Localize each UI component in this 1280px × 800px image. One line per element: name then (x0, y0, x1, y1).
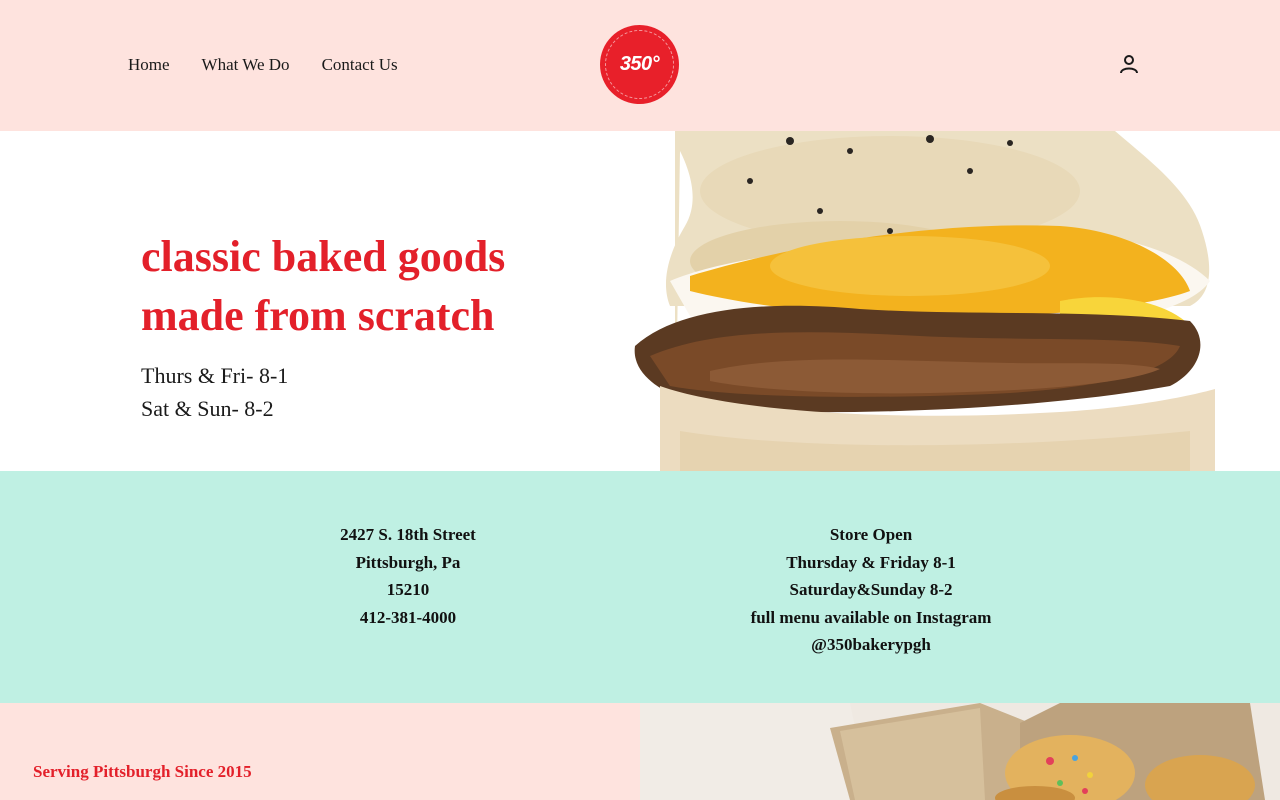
main-nav: Home What We Do Contact Us (128, 55, 430, 75)
logo-text: 350° (619, 53, 660, 75)
address-street: 2427 S. 18th Street (340, 525, 476, 544)
address-city: Pittsburgh, Pa (355, 552, 461, 572)
instagram-menu-note: full menu available on Instagram (750, 607, 992, 627)
hero-headline: classic baked goods made from scratch (141, 227, 561, 345)
nav-what-we-do[interactable]: What We Do (202, 55, 290, 75)
hero-section: classic baked goods made from scratch Th… (0, 131, 1280, 471)
site-header: Home What We Do Contact Us 350° (0, 0, 1280, 131)
instagram-handle[interactable]: @350bakerypgh (691, 631, 1051, 659)
store-hours-block: Store Open Thursday & Friday 8-1 Saturda… (691, 521, 1051, 659)
headline-line-1: classic baked goods (141, 232, 506, 281)
info-band: 2427 S. 18th Street Pittsburgh, Pa 15210… (0, 471, 1280, 703)
phone-number[interactable]: 412-381-4000 (238, 604, 578, 632)
hours-weekend: Sat & Sun- 8-2 (141, 396, 274, 421)
headline-line-2: made from scratch (141, 291, 495, 340)
breakfast-sandwich-image (634, 131, 1215, 471)
user-icon[interactable] (1117, 52, 1141, 76)
since-section: Serving Pittsburgh Since 2015 (0, 703, 640, 800)
address-block: 2427 S. 18th Street Pittsburgh, Pa 15210… (238, 521, 578, 631)
cookie-box-image (640, 703, 1280, 800)
store-hours-weekend: Saturday&Sunday 8-2 (789, 580, 953, 599)
nav-contact-us[interactable]: Contact Us (322, 55, 398, 75)
hero-hours: Thurs & Fri- 8-1 Sat & Sun- 8-2 (141, 359, 288, 425)
hours-weekday: Thurs & Fri- 8-1 (141, 363, 289, 388)
store-open-title: Store Open (829, 525, 913, 544)
cookie-box-illustration (640, 703, 1280, 800)
logo[interactable]: 350° (600, 25, 679, 104)
serving-since-text: Serving Pittsburgh Since 2015 (33, 762, 252, 781)
address-zip: 15210 (386, 580, 430, 599)
store-hours-weekday: Thursday & Friday 8-1 (786, 552, 956, 572)
nav-home[interactable]: Home (128, 55, 170, 75)
